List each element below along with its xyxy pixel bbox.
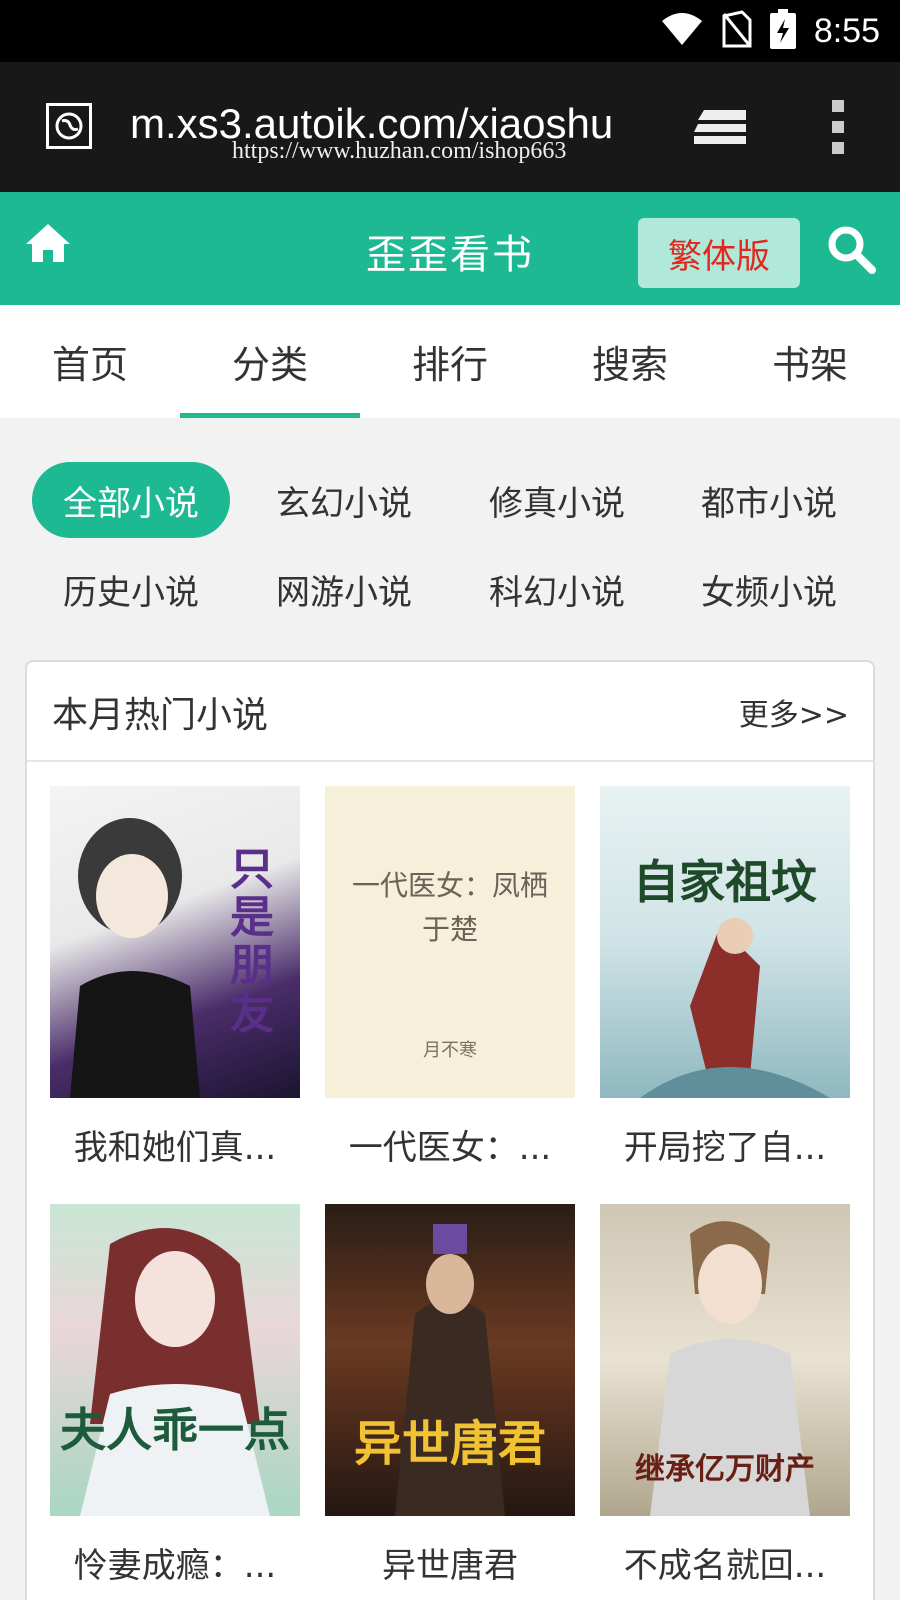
status-bar: 8:55 <box>0 0 900 62</box>
app-header: 歪歪看书 繁体版 <box>0 192 900 305</box>
hot-novels-card: 本月热门小说 更多>> 只是朋友 我和她们真... 一代医女：凤栖于楚 月不寒 … <box>25 660 875 1600</box>
search-icon[interactable] <box>826 224 876 278</box>
category-xuanhuan[interactable]: 玄幻小说 <box>245 462 443 538</box>
book-item[interactable]: 一代医女：凤栖于楚 月不寒 一代医女：... <box>325 786 575 1169</box>
book-item[interactable]: 继承亿万财产 不成名就回... <box>600 1204 850 1587</box>
book-item[interactable]: 异世唐君 异世唐君 <box>325 1204 575 1587</box>
card-header: 本月热门小说 更多>> <box>27 662 873 762</box>
more-link[interactable]: 更多>> <box>739 690 849 734</box>
book-item[interactable]: 自家祖坟 开局挖了自... <box>600 786 850 1169</box>
browser-toolbar: m.xs3.autoik.com/xiaoshu https://www.huz… <box>0 62 900 192</box>
category-kehuan[interactable]: 科幻小说 <box>458 551 656 627</box>
wifi-icon <box>660 11 704 51</box>
no-sim-icon <box>722 10 752 52</box>
book-title[interactable]: 一代医女：... <box>325 1120 575 1169</box>
category-all[interactable]: 全部小说 <box>32 462 230 538</box>
cover-title-text: 只是朋友 <box>230 844 274 1039</box>
book-title[interactable]: 开局挖了自... <box>600 1120 850 1169</box>
tabs-icon[interactable] <box>690 102 750 156</box>
cover-title-text: 继承亿万财产 <box>635 1452 815 1487</box>
book-cover[interactable]: 夫人乖一点 <box>50 1204 300 1516</box>
book-cover[interactable]: 自家祖坟 <box>600 786 850 1098</box>
category-nvpin[interactable]: 女频小说 <box>670 551 868 627</box>
book-cover[interactable]: 异世唐君 <box>325 1204 575 1516</box>
cover-title-text: 自家祖坟 <box>633 855 817 909</box>
tab-category[interactable]: 分类 <box>180 305 360 418</box>
category-dushi[interactable]: 都市小说 <box>670 462 868 538</box>
cover-author-text: 月不寒 <box>423 1040 477 1061</box>
book-cover[interactable]: 继承亿万财产 <box>600 1204 850 1516</box>
site-favicon-icon[interactable] <box>46 103 92 149</box>
clock: 8:55 <box>813 11 880 50</box>
watermark-text: https://www.huzhan.com/ishop663 <box>232 138 567 164</box>
book-cover[interactable]: 一代医女：凤栖于楚 月不寒 <box>325 786 575 1098</box>
cover-title-text: 异世唐君 <box>353 1416 546 1472</box>
tab-home[interactable]: 首页 <box>0 305 180 418</box>
book-title[interactable]: 我和她们真... <box>50 1120 300 1169</box>
book-item[interactable]: 夫人乖一点 怜妻成瘾：... <box>50 1204 300 1587</box>
overflow-menu-icon[interactable] <box>830 100 846 158</box>
book-item[interactable]: 只是朋友 我和她们真... <box>50 786 300 1169</box>
category-wangyou[interactable]: 网游小说 <box>245 551 443 627</box>
book-cover[interactable]: 只是朋友 <box>50 786 300 1098</box>
category-xiuzhen[interactable]: 修真小说 <box>458 462 656 538</box>
cover-title-text: 一代医女：凤栖于楚 <box>351 869 548 946</box>
book-title[interactable]: 怜妻成瘾：... <box>50 1538 300 1587</box>
book-title[interactable]: 异世唐君 <box>325 1538 575 1587</box>
cover-title-text: 夫人乖一点 <box>60 1403 290 1457</box>
main-nav: 首页 分类 排行 搜索 书架 <box>0 305 900 418</box>
book-title[interactable]: 不成名就回... <box>600 1538 850 1587</box>
battery-charging-icon <box>769 9 796 53</box>
card-title: 本月热门小说 <box>52 695 269 736</box>
tab-ranking[interactable]: 排行 <box>360 305 540 418</box>
category-lishi[interactable]: 历史小说 <box>32 551 230 627</box>
tab-bookshelf[interactable]: 书架 <box>720 305 900 418</box>
traditional-chinese-button[interactable]: 繁体版 <box>638 218 800 288</box>
tab-search[interactable]: 搜索 <box>540 305 720 418</box>
